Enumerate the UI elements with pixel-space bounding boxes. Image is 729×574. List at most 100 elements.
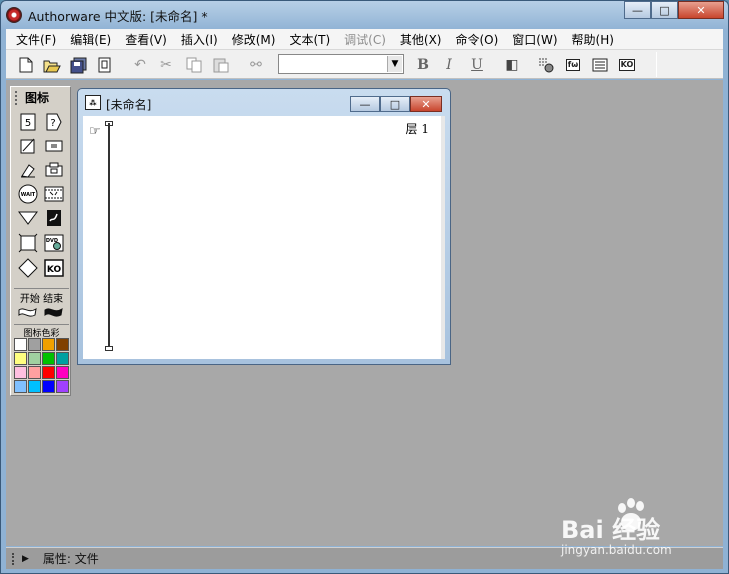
chevron-down-icon[interactable]: ▼ [387,56,402,72]
flowline-end-cap [105,346,113,351]
flowline-window-controls: — □ ✕ [350,96,442,112]
functions-box: fω [565,59,581,71]
expand-arrow-icon[interactable]: ▶ [22,554,29,564]
palette-title-bar[interactable]: 图标 [13,89,68,106]
open-icon[interactable] [42,55,62,75]
color-swatch[interactable] [28,366,41,379]
color-swatch[interactable] [56,352,69,365]
properties-label: 属性: 文件 [42,552,99,566]
start-flag-icon[interactable] [17,301,38,322]
color-swatch[interactable] [28,352,41,365]
font-select[interactable]: ▼ [278,54,404,74]
color-swatch[interactable] [14,338,27,351]
erase-icon[interactable] [17,159,38,180]
flowline-window: ⁂ [未命名] — □ ✕ ☞ 层 1 [77,88,451,365]
navigate-icon[interactable] [17,207,38,228]
digital-movie-icon[interactable] [43,183,64,204]
sound-icon[interactable] [43,207,64,228]
knowledge-objects-button[interactable]: KO [617,55,637,75]
menu-text[interactable]: 文本(T) [283,31,336,48]
underline-button[interactable]: U [467,55,487,75]
icon-palette: 图标 5 ? WAIT DVD KO 开始 结束 图标色彩 [10,86,71,396]
copy-icon[interactable] [184,55,204,75]
new-icon[interactable] [16,55,36,75]
menu-xtras[interactable]: 其他(X) [394,31,448,48]
toolbar: ↶ ✂ ⚯ ▼ B I U ◧ fω KO [6,50,723,79]
toolbar-separator [656,52,657,77]
menu-help[interactable]: 帮助(H) [566,31,620,48]
undo-icon[interactable]: ↶ [130,55,150,75]
interaction-icon[interactable] [17,257,38,278]
watermark-url: jingyan.baidu.com [561,543,672,557]
stop-flag-icon[interactable] [43,301,64,322]
calculation-icon[interactable] [43,135,64,156]
authorware-window: Authorware 中文版: [未命名] * — □ ✕ 文件(F) 编辑(E… [0,0,729,574]
save-all-icon[interactable] [69,55,89,75]
baidu-watermark: Bai 经验 jingyan.baidu.com [561,498,721,558]
color-swatch[interactable] [56,338,69,351]
icon-color-swatches [14,338,69,393]
menu-commands[interactable]: 命令(O) [449,31,504,48]
title-bar[interactable]: Authorware 中文版: [未命名] * — □ ✕ [1,1,728,28]
color-swatch[interactable] [42,338,55,351]
window-title: Authorware 中文版: [未命名] * [28,9,208,24]
paste-icon[interactable] [211,55,231,75]
color-swatch[interactable] [14,352,27,365]
menu-bar: 文件(F) 编辑(E) 查看(V) 插入(I) 修改(M) 文本(T) 调试(C… [6,29,723,50]
menu-window[interactable]: 窗口(W) [506,31,563,48]
variables-icon[interactable] [590,55,610,75]
flowline-window-title: [未命名] [106,98,152,112]
close-button[interactable]: ✕ [678,1,724,19]
flowline-canvas[interactable]: ☞ 层 1 [83,116,445,359]
grip-handle-icon[interactable] [15,90,20,105]
flowline-window-icon[interactable]: ⁂ [85,95,101,110]
pasting-hand-icon: ☞ [89,124,101,139]
framework-icon[interactable] [17,232,38,253]
restart-icon[interactable]: ◧ [502,55,522,75]
doc-maximize-button[interactable]: □ [380,96,410,112]
menu-modify[interactable]: 修改(M) [226,31,282,48]
wait-icon[interactable]: WAIT [17,183,38,204]
layer-label: 层 1 [405,122,429,136]
motion-icon[interactable] [17,135,38,156]
display-icon[interactable]: 5 [17,111,38,132]
svg-text:5: 5 [24,118,30,129]
vertical-scrollbar[interactable] [441,116,445,359]
import-icon[interactable] [95,55,115,75]
minimize-button[interactable]: — [624,1,651,19]
dvd-icon[interactable]: DVD [43,232,64,253]
color-swatch[interactable] [28,338,41,351]
maximize-button[interactable]: □ [651,1,678,19]
menu-debug[interactable]: 调试(C) [338,31,392,48]
icon-color-label: 图标色彩 [14,324,69,339]
decision-icon[interactable]: ? [43,111,64,132]
color-swatch[interactable] [42,380,55,393]
menu-edit[interactable]: 编辑(E) [64,31,117,48]
color-swatch[interactable] [14,366,27,379]
doc-close-button[interactable]: ✕ [410,96,442,112]
authorware-app-icon[interactable] [6,7,22,23]
map-icon[interactable] [43,159,64,180]
color-swatch[interactable] [14,380,27,393]
color-swatch[interactable] [42,366,55,379]
paw-icon [618,498,644,531]
control-panel-icon[interactable] [536,55,556,75]
italic-button[interactable]: I [439,55,459,75]
menu-insert[interactable]: 插入(I) [175,31,224,48]
cut-icon[interactable]: ✂ [156,55,176,75]
color-swatch[interactable] [56,380,69,393]
functions-button[interactable]: fω [563,55,583,75]
flowline[interactable] [108,123,110,349]
find-icon[interactable]: ⚯ [246,55,266,75]
doc-minimize-button[interactable]: — [350,96,380,112]
bold-button[interactable]: B [413,55,433,75]
menu-view[interactable]: 查看(V) [119,31,173,48]
knowledge-object-label: KO [46,265,61,275]
color-swatch[interactable] [56,366,69,379]
menu-file[interactable]: 文件(F) [10,31,62,48]
grip-handle-icon[interactable] [12,552,16,565]
color-swatch[interactable] [28,380,41,393]
knowledge-object-icon[interactable]: KO [43,257,64,278]
color-swatch[interactable] [42,352,55,365]
wait-icon-label: WAIT [20,192,35,198]
